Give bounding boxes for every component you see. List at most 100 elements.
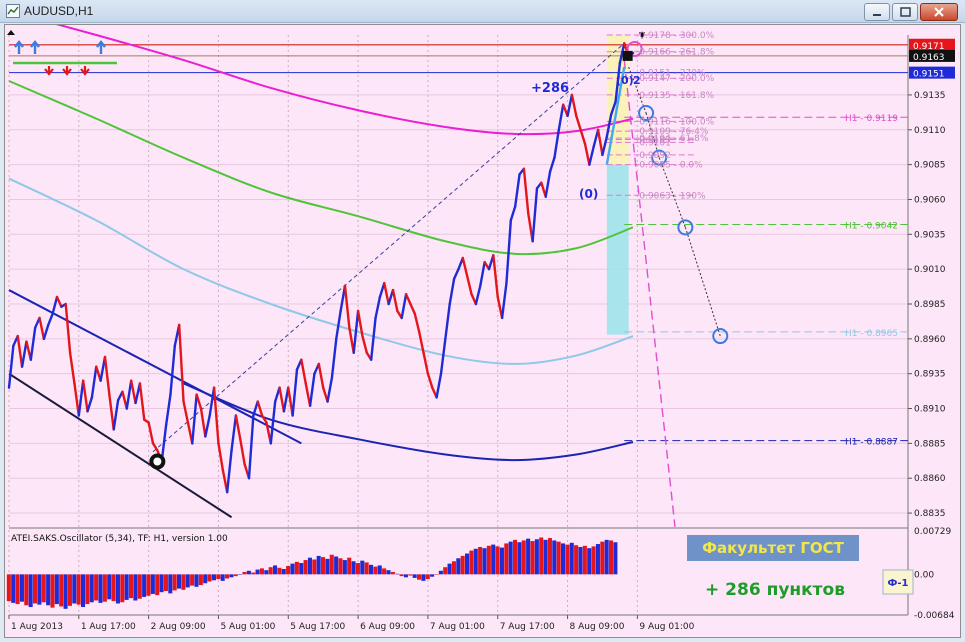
oscillator-bar (290, 563, 295, 575)
close-button[interactable] (920, 3, 958, 21)
time-tick-label: 2 Aug 09:00 (151, 622, 206, 632)
price-tick-label: 0.8985 (914, 300, 946, 310)
pips-text: + 286 пунктов (705, 580, 845, 600)
time-tick-label: 7 Aug 01:00 (430, 622, 485, 632)
price-tick-label: 0.8960 (914, 335, 946, 345)
oscillator-bar (434, 574, 439, 575)
oscillator-bar (264, 570, 269, 575)
price-tick-label: 0.9060 (914, 195, 946, 205)
oscillator-bar (386, 570, 391, 575)
oscillator-bar (499, 547, 504, 575)
oscillator-bar (168, 574, 173, 594)
oscillator-bar (294, 561, 299, 575)
oscillator-bar (508, 541, 513, 575)
oscillator-bar (24, 574, 29, 606)
oscillator-bar (277, 567, 282, 575)
oscillator-bar (543, 539, 548, 575)
price-tick-label: 0.8860 (914, 474, 946, 484)
oscillator-bar (28, 574, 33, 608)
oscillator-bar (207, 574, 212, 582)
time-tick-label: 1 Aug 17:00 (81, 622, 136, 632)
oscillator-bar (521, 540, 526, 575)
oscillator-bar (438, 570, 443, 575)
oscillator-bar (316, 555, 321, 575)
oscillator-bar (329, 554, 334, 575)
fib-level-label: 0.9092 (639, 151, 671, 161)
time-tick-label: 8 Aug 09:00 (570, 622, 625, 632)
oscillator-bar (587, 548, 592, 575)
oscillator-bar (399, 574, 404, 577)
restore-button[interactable] (892, 3, 918, 21)
oscillator-bar (33, 574, 38, 604)
oscillator-bar (382, 568, 387, 575)
oscillator-bar (94, 574, 99, 601)
oscillator-bar (63, 574, 68, 609)
fib-level-label: 0.9085 - 0.0% (639, 161, 703, 171)
oscillator-bar (19, 574, 24, 602)
oscillator-bar (37, 574, 42, 605)
oscillator-bar (517, 542, 522, 575)
oscillator-bar (246, 570, 251, 575)
oscillator-bar (556, 541, 561, 575)
oscillator-bar (6, 574, 11, 602)
oscillator-bar (486, 545, 491, 575)
oscillator-bar (495, 546, 500, 575)
price-tick-label: 0.8835 (914, 509, 946, 519)
oscillator-bar (181, 574, 186, 590)
fib-level-label: 0.9178 - 300.0% (639, 31, 714, 41)
price-tick-label: 0.9135 (914, 91, 946, 101)
oscillator-bar (561, 543, 566, 575)
oscillator-bar (482, 548, 487, 575)
fib-zone-cyan (606, 164, 629, 335)
oscillator-bar (85, 574, 90, 605)
time-tick-label: 9 Aug 01:00 (639, 622, 694, 632)
oscillator-bar (417, 574, 422, 580)
oscillator-tick-label: -0.00684 (914, 611, 955, 621)
zero-label-top: (0) (616, 74, 634, 87)
oscillator-bar (190, 574, 195, 586)
oscillator-bar (447, 563, 452, 575)
oscillator-bar (255, 569, 260, 575)
oscillator-bar (552, 540, 557, 575)
price-chart[interactable]: 0.9178 - 300.0%0.9166 - 261.8%0.9151 - 2… (5, 10, 960, 637)
oscillator-bar (124, 574, 129, 600)
oscillator-bar (15, 574, 20, 605)
restore-icon (900, 7, 911, 17)
oscillator-bar (347, 557, 352, 575)
fib-level-label: 0.9101 (639, 138, 671, 148)
oscillator-bar (443, 567, 448, 575)
oscillator-bar (54, 574, 59, 605)
oscillator-bar (595, 544, 600, 575)
price-tag-label: 0.9163 (913, 53, 945, 63)
oscillator-bar (120, 574, 125, 603)
oscillator-bar (355, 563, 360, 575)
oscillator-bar (334, 556, 339, 575)
oscillator-bar (465, 553, 470, 575)
h1-level-label: H1 - 0.9042 (845, 222, 898, 232)
oscillator-bar (403, 574, 408, 578)
oscillator-bar (107, 574, 112, 600)
oscillator-bar (600, 541, 605, 575)
oscillator-bar (373, 566, 378, 575)
oscillator-bar (569, 542, 574, 575)
oscillator-bar (115, 574, 120, 604)
oscillator-bar (321, 557, 326, 575)
oscillator-bar (604, 539, 609, 575)
time-tick-label: 1 Aug 2013 (11, 622, 63, 632)
oscillator-bar (242, 571, 247, 575)
fib-level-label: 0.9116 - 100.0% (639, 117, 714, 127)
oscillator-bar (377, 565, 382, 575)
current-bar-marker (622, 50, 633, 61)
chart-window-icon (6, 4, 20, 18)
window-titlebar: AUDUSD,H1 (0, 0, 965, 23)
oscillator-bar (225, 574, 230, 579)
h1-level-label: H1 - 0.8965 (845, 329, 898, 339)
oscillator-bar (220, 574, 225, 581)
window-title: AUDUSD,H1 (24, 4, 94, 18)
oscillator-bar (351, 561, 356, 575)
oscillator-bar (469, 550, 474, 575)
minimize-button[interactable] (864, 3, 890, 21)
oscillator-bar (456, 558, 461, 575)
oscillator-bar (159, 574, 164, 593)
fib-level-label: 0.9166 - 261.8% (639, 48, 714, 58)
